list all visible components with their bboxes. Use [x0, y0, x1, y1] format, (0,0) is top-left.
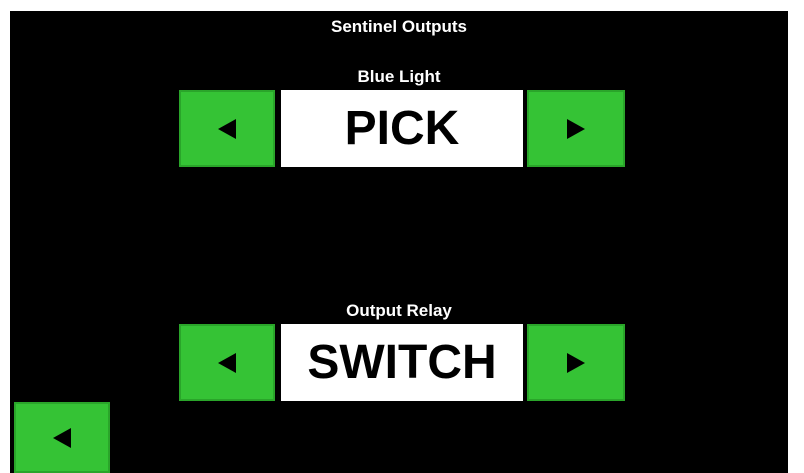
- blue-light-value: PICK: [281, 90, 523, 167]
- blue-light-prev-button[interactable]: [179, 90, 275, 167]
- back-button[interactable]: [14, 402, 110, 473]
- left-triangle-icon: [218, 118, 236, 139]
- output-relay-next-button[interactable]: [527, 324, 625, 401]
- right-triangle-icon: [567, 352, 585, 373]
- output-relay-label: Output Relay: [346, 301, 452, 320]
- sentinel-outputs-screen: Sentinel Outputs Blue Light PICK Output …: [10, 11, 788, 473]
- blue-light-next-button[interactable]: [527, 90, 625, 167]
- right-triangle-icon: [567, 118, 585, 139]
- output-relay-prev-button[interactable]: [179, 324, 275, 401]
- output-relay-value: SWITCH: [281, 324, 523, 401]
- blue-light-label: Blue Light: [357, 67, 441, 86]
- left-triangle-icon: [218, 352, 236, 373]
- page-title: Sentinel Outputs: [331, 17, 467, 36]
- left-triangle-icon: [53, 427, 71, 448]
